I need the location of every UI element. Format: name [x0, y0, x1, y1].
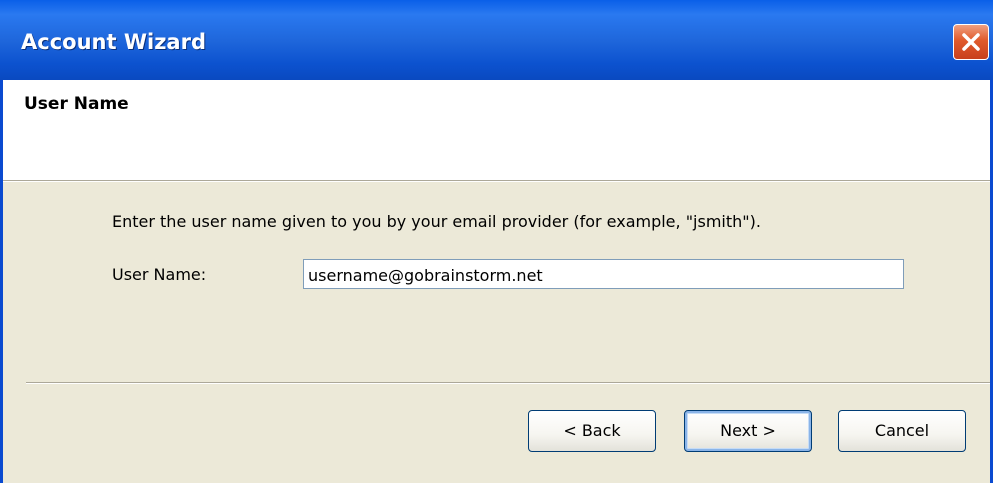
- title-bar[interactable]: Account Wizard: [0, 0, 993, 80]
- cancel-button-label: Cancel: [874, 421, 930, 440]
- account-wizard-dialog: Account Wizard User Name Enter the user …: [0, 0, 993, 483]
- username-label: User Name:: [112, 265, 207, 284]
- next-button-label: Next >: [720, 421, 776, 440]
- username-input[interactable]: [303, 259, 904, 289]
- page-title: User Name: [24, 94, 129, 114]
- next-button[interactable]: Next >: [684, 410, 812, 452]
- instruction-text: Enter the user name given to you by your…: [112, 212, 761, 231]
- close-icon: [962, 33, 980, 51]
- header-divider: [3, 180, 990, 182]
- close-button[interactable]: [953, 24, 989, 60]
- cancel-button[interactable]: Cancel: [838, 410, 966, 452]
- footer-divider: [26, 382, 990, 384]
- back-button-label: < Back: [563, 421, 621, 440]
- back-button[interactable]: < Back: [528, 410, 656, 452]
- window-title: Account Wizard: [21, 30, 206, 54]
- wizard-header: User Name: [3, 80, 990, 180]
